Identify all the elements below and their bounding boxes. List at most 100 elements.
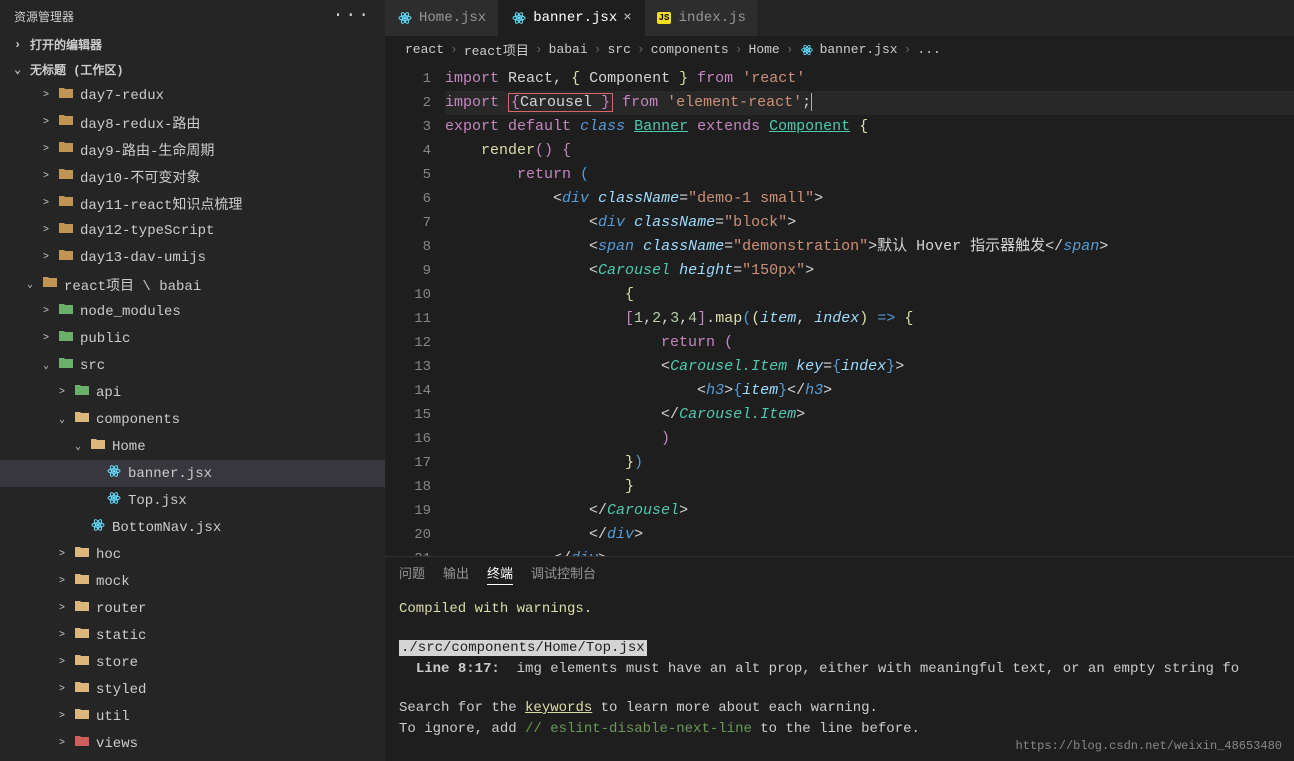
folder-item[interactable]: >day10-不可变对象: [0, 163, 385, 190]
folder-icon: [74, 571, 90, 592]
breadcrumb-item[interactable]: babai: [549, 42, 588, 57]
workspace-section[interactable]: ⌄ 无标题 (工作区): [0, 57, 385, 82]
tree-item-label: views: [96, 736, 138, 752]
terminal-tab[interactable]: 输出: [443, 563, 469, 585]
terminal-keywords-link[interactable]: keywords: [525, 700, 592, 716]
react-icon: [800, 43, 814, 57]
chevron-icon: ⌄: [24, 279, 36, 291]
sidebar: 资源管理器 ··· › 打开的编辑器 ⌄ 无标题 (工作区) >day7-red…: [0, 0, 385, 761]
chevron-icon: >: [56, 711, 68, 722]
breadcrumb[interactable]: react›react项目›babai›src›components›Home›…: [385, 36, 1294, 63]
tree-item-label: mock: [96, 574, 130, 590]
folder-item[interactable]: ⌄Home: [0, 433, 385, 460]
editor-tab[interactable]: banner.jsx×: [499, 0, 644, 36]
terminal-tab[interactable]: 问题: [399, 563, 425, 585]
folder-icon: [74, 544, 90, 565]
folder-item[interactable]: >styled: [0, 676, 385, 703]
tree-item-label: day10-不可变对象: [80, 167, 200, 187]
folder-item[interactable]: > api: [0, 379, 385, 406]
folder-icon: [58, 328, 74, 349]
tree-item-label: day7-redux: [80, 88, 164, 104]
close-icon[interactable]: ×: [623, 10, 631, 26]
breadcrumb-separator: ›: [535, 42, 543, 57]
breadcrumb-separator: ›: [594, 42, 602, 57]
folder-item[interactable]: >day7-redux: [0, 82, 385, 109]
open-editors-section[interactable]: › 打开的编辑器: [0, 32, 385, 57]
chevron-icon: >: [40, 306, 52, 317]
folder-icon: [90, 436, 106, 457]
folder-item[interactable]: >day8-redux-路由: [0, 109, 385, 136]
terminal-body[interactable]: Compiled with warnings. ./src/components…: [385, 591, 1294, 761]
file-item[interactable]: banner.jsx: [0, 460, 385, 487]
folder-item[interactable]: >day9-路由-生命周期: [0, 136, 385, 163]
line-gutter: 123456789101112131415161718192021: [385, 63, 445, 556]
tree-item-label: react项目 \ babai: [64, 275, 201, 295]
folder-item[interactable]: >util: [0, 703, 385, 730]
terminal-msg: img elements must have an alt prop, eith…: [517, 661, 1240, 677]
chevron-icon: ⌄: [72, 441, 84, 453]
folder-item[interactable]: ⌄components: [0, 406, 385, 433]
breadcrumb-item[interactable]: ...: [917, 42, 940, 57]
breadcrumb-item[interactable]: Home: [749, 42, 780, 57]
folder-icon: [58, 166, 74, 187]
breadcrumb-item[interactable]: components: [651, 42, 729, 57]
chevron-icon: >: [40, 198, 52, 209]
code-editor[interactable]: import React, { Component } from 'react'…: [445, 63, 1294, 556]
tree-item-label: day8-redux-路由: [80, 113, 200, 133]
folder-item[interactable]: >static: [0, 622, 385, 649]
breadcrumb-item[interactable]: src: [607, 42, 630, 57]
folder-item[interactable]: >store: [0, 649, 385, 676]
file-tree[interactable]: >day7-redux>day8-redux-路由>day9-路由-生命周期>d…: [0, 82, 385, 761]
folder-icon: [58, 247, 74, 268]
folder-item[interactable]: >node_modules: [0, 298, 385, 325]
tree-item-label: static: [96, 628, 146, 644]
chevron-icon: >: [56, 738, 68, 749]
tree-item-label: day12-typeScript: [80, 223, 214, 239]
chevron-icon: ⌄: [40, 360, 52, 372]
terminal-tab[interactable]: 调试控制台: [531, 563, 596, 585]
react-file-icon: [106, 490, 122, 511]
folder-item[interactable]: >router: [0, 595, 385, 622]
tree-item-label: BottomNav.jsx: [112, 520, 221, 536]
react-file-icon: [106, 463, 122, 484]
chevron-icon: >: [40, 333, 52, 344]
file-item[interactable]: BottomNav.jsx: [0, 514, 385, 541]
breadcrumb-item[interactable]: banner.jsx: [820, 42, 898, 57]
folder-icon: [58, 301, 74, 322]
file-item[interactable]: Top.jsx: [0, 487, 385, 514]
watermark: https://blog.csdn.net/weixin_48653480: [1016, 739, 1282, 753]
folder-icon: [58, 139, 74, 160]
folder-icon: [58, 85, 74, 106]
tree-item-label: Top.jsx: [128, 493, 187, 509]
editor-tab[interactable]: JSindex.js: [645, 0, 759, 36]
folder-icon: [74, 625, 90, 646]
folder-item[interactable]: > hoc: [0, 541, 385, 568]
breadcrumb-separator: ›: [904, 42, 912, 57]
workspace-label: 无标题 (工作区): [30, 61, 124, 78]
chevron-right-icon: ›: [14, 38, 24, 52]
folder-item[interactable]: > day11-react知识点梳理: [0, 190, 385, 217]
chevron-icon: >: [56, 387, 68, 398]
folder-item[interactable]: >public: [0, 325, 385, 352]
folder-item[interactable]: > views: [0, 730, 385, 757]
folder-item[interactable]: >day13-dav-umijs: [0, 244, 385, 271]
tree-item-label: day11-react知识点梳理: [80, 194, 242, 214]
breadcrumb-item[interactable]: react: [405, 42, 444, 57]
folder-item[interactable]: >day12-typeScript: [0, 217, 385, 244]
chevron-icon: >: [56, 549, 68, 560]
sidebar-header: 资源管理器 ···: [0, 0, 385, 32]
breadcrumb-separator: ›: [786, 42, 794, 57]
editor-tab[interactable]: Home.jsx: [385, 0, 499, 36]
code-area: 123456789101112131415161718192021 import…: [385, 63, 1294, 556]
breadcrumb-item[interactable]: react项目: [464, 40, 529, 59]
folder-item[interactable]: >mock: [0, 568, 385, 595]
react-file-icon: [90, 517, 106, 538]
folder-icon: [74, 706, 90, 727]
more-icon[interactable]: ···: [333, 6, 371, 26]
folder-icon: [74, 598, 90, 619]
folder-item[interactable]: ⌄ react项目 \ babai: [0, 271, 385, 298]
terminal-tab[interactable]: 终端: [487, 563, 513, 585]
tree-item-label: hoc: [96, 547, 121, 563]
folder-item[interactable]: ⌄src: [0, 352, 385, 379]
tree-item-label: api: [96, 385, 121, 401]
